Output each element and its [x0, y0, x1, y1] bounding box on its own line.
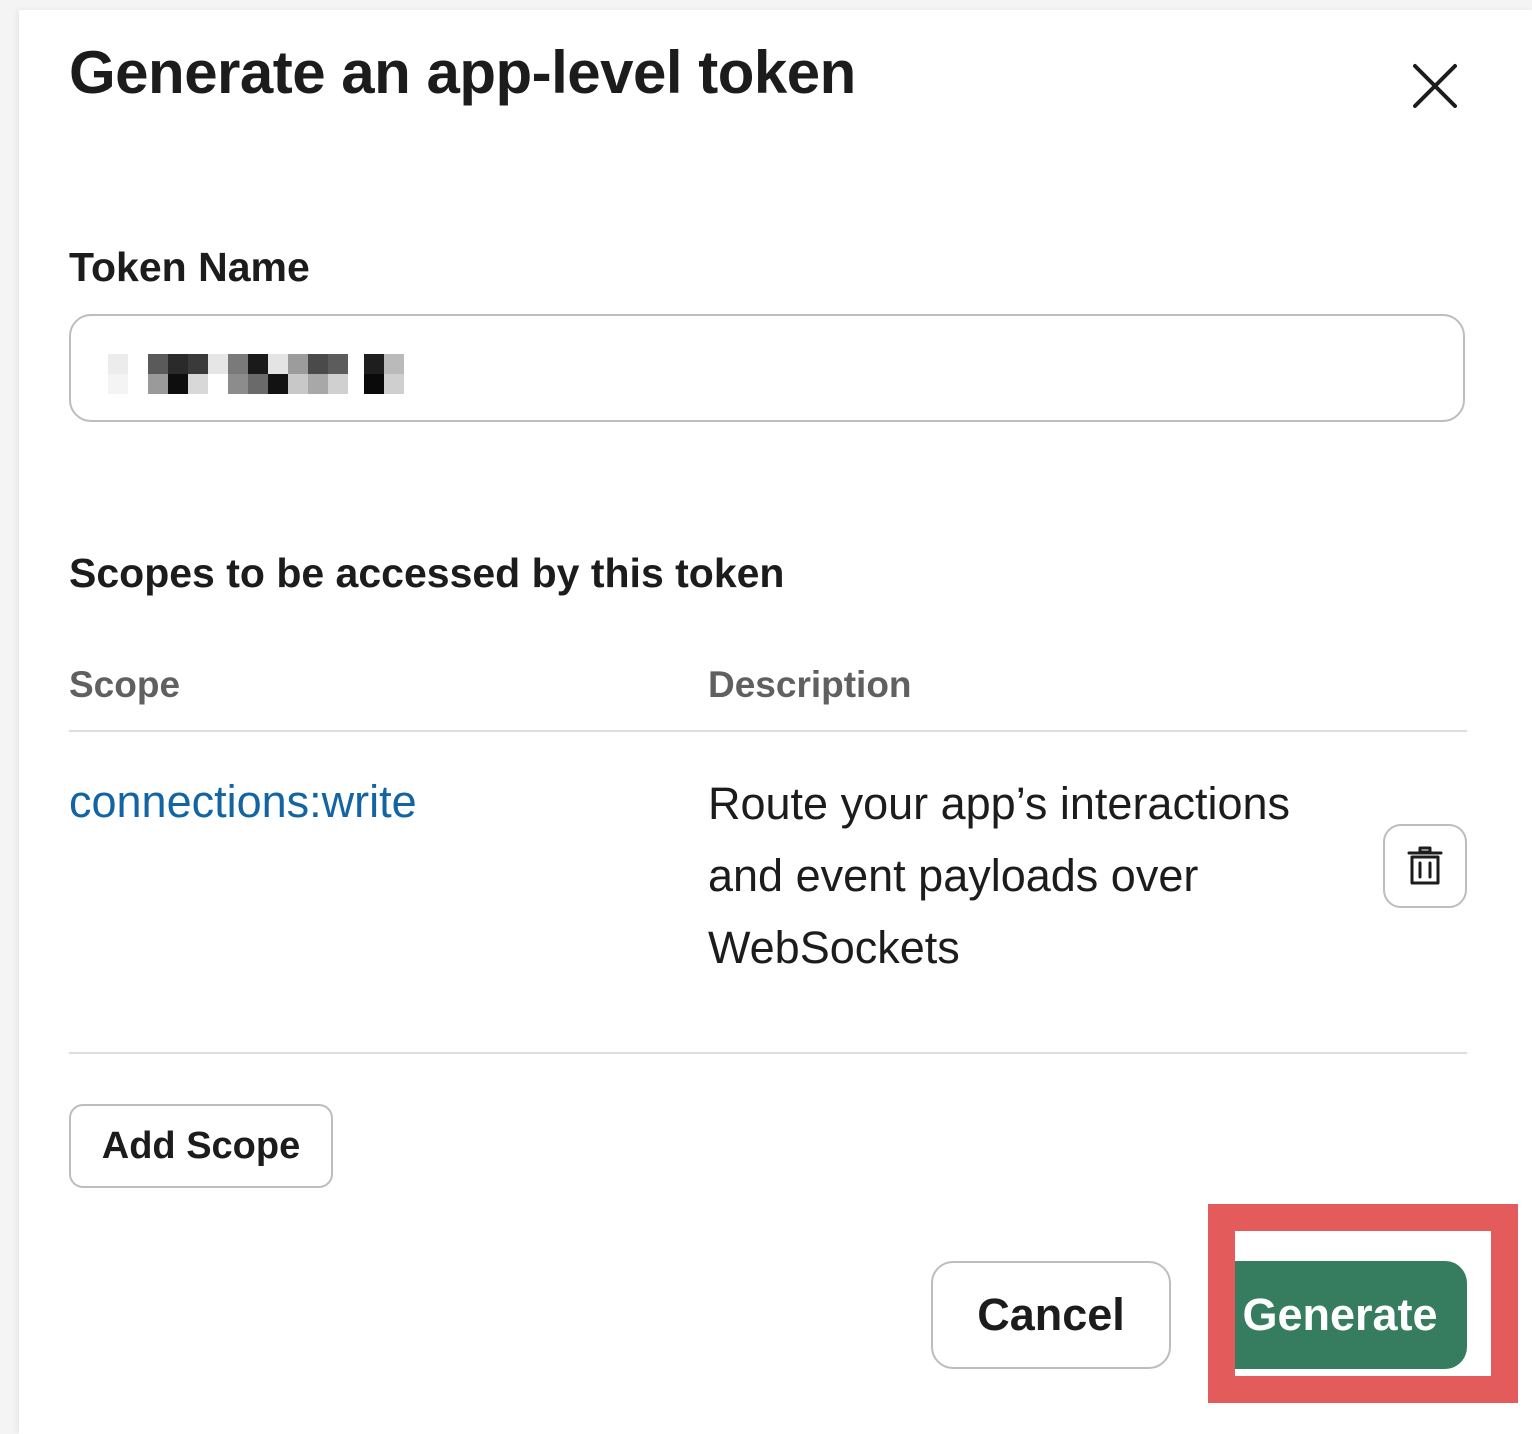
- token-name-input[interactable]: [69, 314, 1465, 422]
- description-column-header: Description: [708, 664, 912, 705]
- remove-scope-button[interactable]: [1383, 824, 1467, 908]
- scope-name-link[interactable]: connections:write: [69, 776, 417, 828]
- dialog-title: Generate an app-level token: [69, 39, 856, 106]
- token-name-label: Token Name: [69, 244, 310, 290]
- scope-description: Route your app’s interactions and event …: [708, 778, 1291, 973]
- scopes-heading: Scopes to be accessed by this token: [69, 550, 785, 596]
- generate-button[interactable]: Generate: [1213, 1261, 1467, 1369]
- cancel-button[interactable]: Cancel: [931, 1261, 1171, 1369]
- close-button[interactable]: [1403, 54, 1467, 118]
- table-header-divider: [69, 730, 1467, 732]
- page: Generate an app-level token Token Name S…: [0, 0, 1532, 1434]
- add-scope-button[interactable]: Add Scope: [69, 1104, 333, 1188]
- scope-column-header: Scope: [69, 664, 181, 705]
- close-icon: [1413, 64, 1457, 108]
- redacted-token-name: [108, 354, 404, 394]
- trash-icon: [1407, 846, 1443, 885]
- generate-token-dialog: Generate an app-level token Token Name S…: [19, 10, 1532, 1434]
- table-footer-divider: [69, 1052, 1467, 1054]
